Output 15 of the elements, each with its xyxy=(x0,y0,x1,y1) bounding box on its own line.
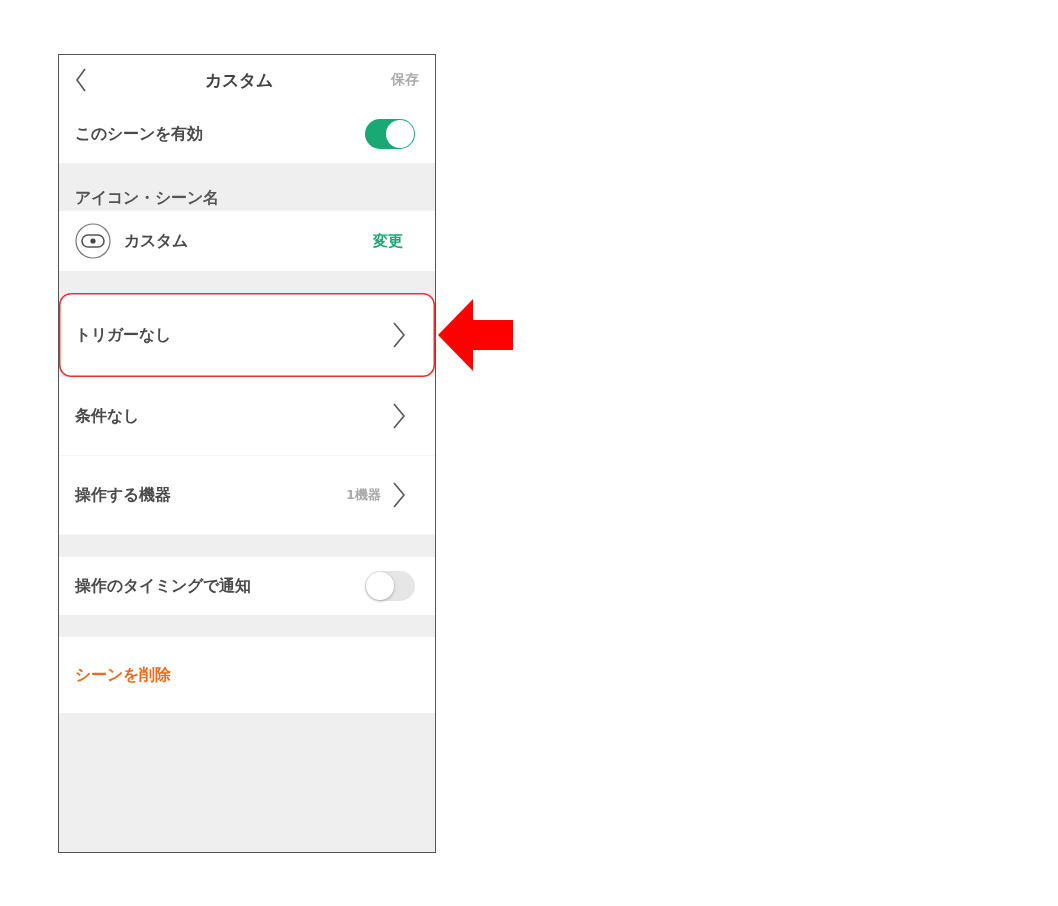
back-icon[interactable] xyxy=(75,68,87,92)
eye-icon xyxy=(75,223,111,259)
pointer-arrow-icon xyxy=(438,299,513,371)
section-header: アイコン・シーン名 xyxy=(75,187,219,209)
menu-item[interactable]: 操作する機器 1機器 xyxy=(59,456,435,535)
screen-title: カスタム xyxy=(204,68,274,92)
chevron-icon xyxy=(393,322,405,348)
setting-label: このシーンを有効 xyxy=(75,123,203,145)
chevron-icon xyxy=(393,403,405,429)
scene-name: カスタム xyxy=(124,230,189,252)
menu-item[interactable]: 条件なし xyxy=(59,377,435,456)
chevron-icon xyxy=(393,482,405,508)
toggle-switch[interactable] xyxy=(365,119,415,149)
setting-label: 操作のタイミングで通知 xyxy=(75,575,251,597)
toggle-switch[interactable] xyxy=(365,571,415,601)
